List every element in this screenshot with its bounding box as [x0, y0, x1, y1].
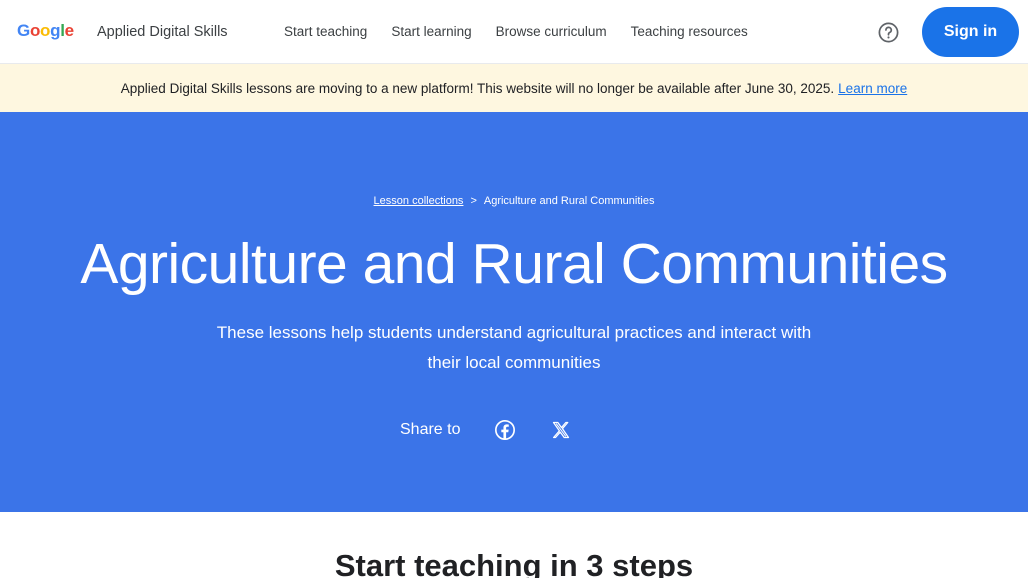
page-title: Agriculture and Rural Communities — [80, 232, 948, 296]
share-label: Share to — [400, 421, 461, 438]
top-header: Google Applied Digital Skills Start teac… — [0, 0, 1028, 64]
logo-letter: g — [50, 21, 61, 40]
breadcrumb-current: Agriculture and Rural Communities — [483, 195, 655, 207]
logo-letter: G — [17, 21, 30, 40]
logo-letter: o — [29, 21, 41, 40]
product-name[interactable]: Applied Digital Skills — [97, 22, 228, 42]
nav-start-learning[interactable]: Start learning — [391, 22, 471, 42]
breadcrumb-separator: > — [470, 195, 477, 207]
x-icon[interactable] — [550, 419, 572, 441]
help-circle-icon[interactable] — [877, 21, 900, 44]
logo-letter: o — [40, 21, 51, 40]
google-logo[interactable]: Google — [17, 20, 74, 42]
learn-more-link[interactable]: Learn more — [838, 81, 907, 96]
breadcrumb: Lesson collections > Agriculture and Rural… — [0, 194, 1028, 208]
facebook-icon[interactable] — [494, 419, 516, 441]
hero-section: Lesson collections > Agriculture and Rural… — [0, 112, 1028, 512]
logo-letter: e — [64, 21, 74, 40]
nav-browse-curriculum[interactable]: Browse curriculum — [496, 22, 607, 42]
steps-heading: Start teaching in 3 steps — [334, 548, 694, 578]
announcement-banner: Applied Digital Skills lessons are movin… — [0, 64, 1028, 112]
sign-in-button[interactable]: Sign in — [922, 7, 1019, 57]
nav-start-teaching[interactable]: Start teaching — [284, 22, 367, 42]
page-subtitle: These lessons help students understand a… — [216, 323, 812, 372]
breadcrumb-lesson-collections[interactable]: Lesson collections — [374, 195, 464, 207]
banner-message: Applied Digital Skills lessons are movin… — [120, 80, 835, 96]
main-nav: Start teaching Start learning Browse cur… — [284, 22, 772, 42]
nav-teaching-resources[interactable]: Teaching resources — [631, 22, 748, 42]
share-bar: Share to — [400, 416, 606, 444]
